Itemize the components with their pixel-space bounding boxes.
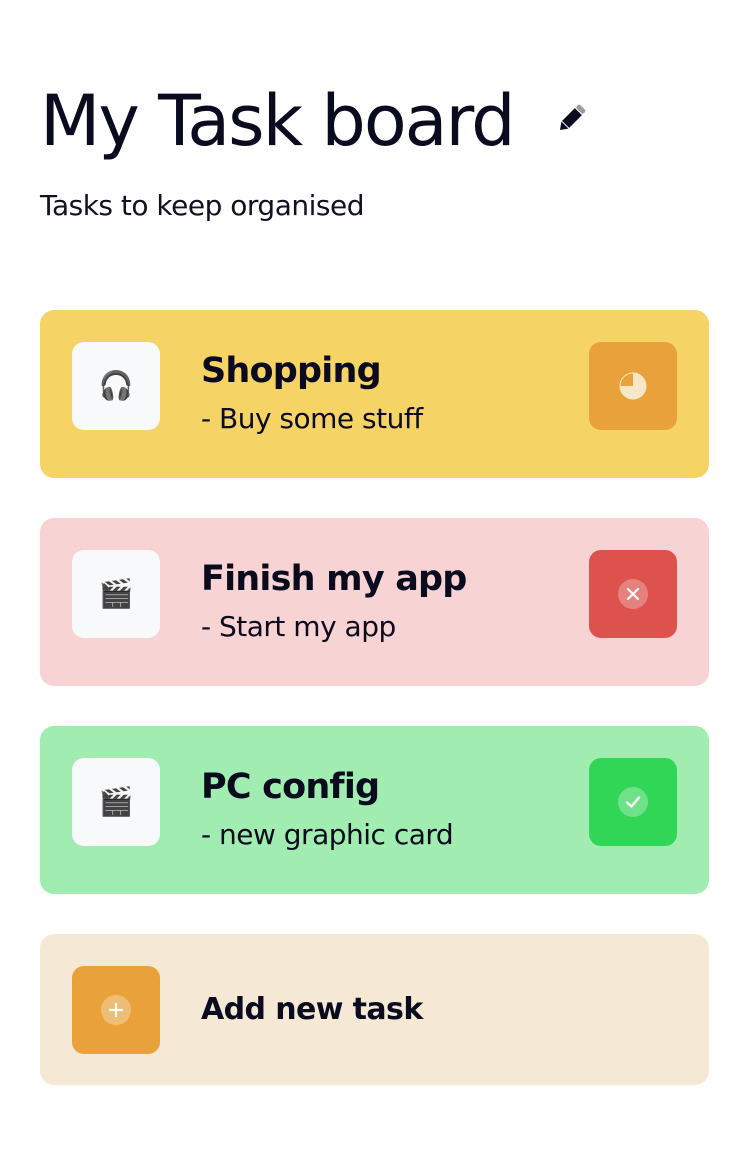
close-icon <box>618 579 648 609</box>
task-title: Shopping <box>201 351 382 391</box>
task-card-finish-my-app[interactable]: 🎬 Finish my app - Start my app <box>40 518 709 686</box>
pencil-icon[interactable] <box>554 100 590 136</box>
status-badge-completed[interactable] <box>589 758 677 846</box>
close-icon-graphic <box>626 587 640 601</box>
task-text: PC config - new graphic card <box>201 763 454 855</box>
task-text: Finish my app - Start my app <box>201 555 467 647</box>
add-task-label: Add new task <box>201 992 423 1027</box>
task-icon-box: 🎬 <box>72 550 160 638</box>
add-task-button[interactable]: Add new task <box>40 934 709 1085</box>
task-icon-box: 🎧 <box>72 342 160 430</box>
clapper-board-icon: 🎬 <box>98 577 134 610</box>
page-subtitle: Tasks to keep organised <box>40 189 364 222</box>
pencil-icon-graphic <box>559 104 585 131</box>
plus-icon <box>101 995 131 1025</box>
task-list: 🎧 Shopping - Buy some stuff 🎬 Finish my … <box>40 310 709 1085</box>
task-text: Shopping - Buy some stuff <box>201 347 423 439</box>
task-description: - Buy some stuff <box>201 402 423 435</box>
check-icon-graphic <box>625 796 641 808</box>
status-badge-in-progress[interactable] <box>589 342 677 430</box>
task-title: PC config <box>201 767 380 807</box>
clapper-board-icon: 🎬 <box>98 785 134 818</box>
task-card-shopping[interactable]: 🎧 Shopping - Buy some stuff <box>40 310 709 478</box>
title-row: My Task board <box>40 78 709 164</box>
task-description: - Start my app <box>201 610 396 643</box>
clock-icon <box>619 372 647 400</box>
page-title: My Task board <box>40 80 516 162</box>
task-description: - new graphic card <box>201 818 454 851</box>
status-badge-wont-do[interactable] <box>589 550 677 638</box>
task-icon-box: 🎬 <box>72 758 160 846</box>
headphones-icon: 🎧 <box>98 369 134 402</box>
check-icon <box>618 787 648 817</box>
add-task-icon-box <box>72 966 160 1054</box>
task-title: Finish my app <box>201 559 467 599</box>
task-card-pc-config[interactable]: 🎬 PC config - new graphic card <box>40 726 709 894</box>
plus-icon-graphic <box>108 1002 124 1018</box>
header: My Task board Tasks to keep organised <box>40 78 709 223</box>
